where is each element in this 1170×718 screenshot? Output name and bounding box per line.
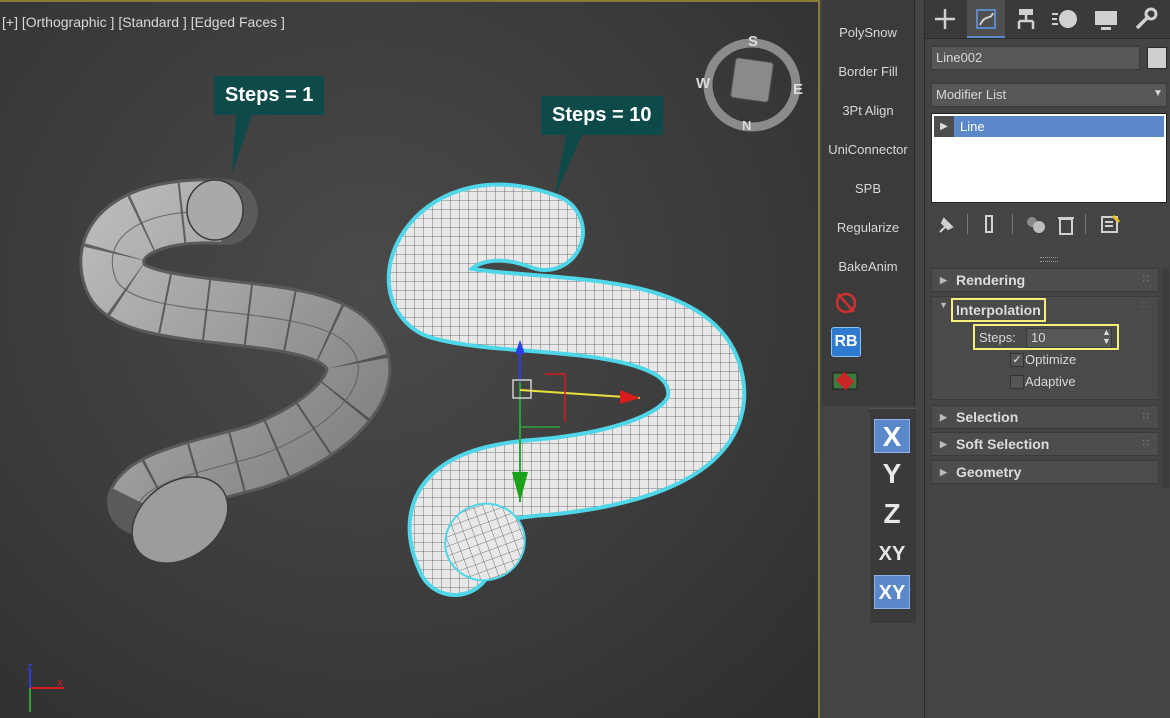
physics-object-icon[interactable] xyxy=(834,290,858,316)
callout-steps-1: Steps = 1 xyxy=(214,76,325,115)
stack-item-line[interactable]: ▶ Line xyxy=(934,116,1164,137)
expand-arrow-icon: ▶ xyxy=(940,412,947,422)
viewcube-e: E xyxy=(793,81,803,98)
tool-spb[interactable]: SPB xyxy=(822,169,914,208)
callout-steps-10: Steps = 10 xyxy=(541,96,663,135)
command-panel: Line002 Modifier List ▼ ▶ Line ▶ Renderi… xyxy=(924,0,1170,718)
grip-icon: ∷ xyxy=(1141,300,1148,311)
rollout-selection[interactable]: ▶ Selection ∷ xyxy=(931,405,1159,429)
divider xyxy=(1085,214,1086,234)
stack-item-label: Line xyxy=(960,119,985,134)
rollout-rendering[interactable]: ▶ Rendering ∷ xyxy=(931,268,1159,292)
expand-arrow-icon: ▶ xyxy=(940,467,947,477)
modifier-stack: ▶ Line xyxy=(931,113,1167,203)
axis-constraints-bar: X Y Z XY XY xyxy=(870,408,916,623)
custom-toolbar: PolySnow Border Fill 3Pt Align UniConnec… xyxy=(822,0,915,406)
rollout-soft-selection[interactable]: ▶ Soft Selection ∷ xyxy=(931,432,1159,456)
optimize-label: Optimize xyxy=(1025,352,1077,367)
expand-arrow-icon: ▶ xyxy=(940,275,947,285)
tool-bakeanim[interactable]: BakeAnim xyxy=(822,247,914,286)
modifier-list-dropdown[interactable]: Modifier List xyxy=(931,83,1167,107)
utilities-icon[interactable] xyxy=(1128,2,1164,36)
dice-icon[interactable] xyxy=(831,370,859,392)
axis-xy-cycle-button[interactable]: XY xyxy=(874,575,910,609)
create-icon[interactable] xyxy=(927,2,963,36)
steps-label: Steps: xyxy=(979,330,1016,345)
spinner-arrows-icon[interactable]: ▲ ▼ xyxy=(1102,328,1111,346)
callout-right-pointer xyxy=(554,135,582,198)
grip-icon: ∷ xyxy=(1142,411,1150,422)
object-name-field[interactable]: Line002 xyxy=(931,46,1140,70)
scene-canvas: S E N W z x xyxy=(27,33,803,712)
tripod-x: x xyxy=(57,677,63,689)
grip-icon: ∷ xyxy=(1142,438,1150,449)
viewcube-n: N xyxy=(742,118,751,133)
rb-button[interactable]: RB xyxy=(831,327,861,357)
grip-icon: ∷ xyxy=(1142,274,1150,285)
divider xyxy=(1012,214,1013,234)
tube-steps-10 xyxy=(386,182,747,597)
expand-arrow-icon[interactable]: ▶ xyxy=(934,116,954,137)
chevron-down-icon: ▼ xyxy=(1153,88,1163,99)
axis-xy-button[interactable]: XY xyxy=(874,537,910,571)
rollout-geometry[interactable]: ▶ Geometry xyxy=(931,460,1159,484)
viewcube-s: S xyxy=(748,33,758,50)
viewcube-w: W xyxy=(696,75,711,92)
axis-z-button[interactable]: Z xyxy=(874,497,910,531)
show-end-result-icon[interactable] xyxy=(980,214,1000,236)
pin-stack-icon[interactable] xyxy=(936,215,956,235)
viewcube[interactable]: S E N W xyxy=(696,33,803,133)
tube-steps-1 xyxy=(79,178,392,564)
rollout-interpolation-title[interactable]: Interpolation xyxy=(951,298,1046,322)
configure-sets-icon[interactable] xyxy=(1099,213,1121,235)
rollout-geometry-title: Geometry xyxy=(956,464,1022,480)
panel-splitter[interactable] xyxy=(1040,257,1058,262)
make-unique-icon[interactable] xyxy=(1024,214,1048,236)
rollout-soft-selection-title: Soft Selection xyxy=(956,436,1050,452)
axis-tripod: z x xyxy=(27,661,64,712)
tool-regularize[interactable]: Regularize xyxy=(822,208,914,247)
callout-left-pointer xyxy=(232,115,252,174)
axis-y-button[interactable]: Y xyxy=(874,457,910,491)
tool-border-fill[interactable]: Border Fill xyxy=(822,52,914,91)
tool-polysnow[interactable]: PolySnow xyxy=(822,13,914,52)
axis-x-button[interactable]: X xyxy=(874,419,910,453)
modify-icon[interactable] xyxy=(968,2,1004,36)
tool-uniconnector[interactable]: UniConnector xyxy=(822,130,914,169)
collapse-arrow-icon: ▼ xyxy=(939,300,948,310)
display-icon[interactable] xyxy=(1088,2,1124,36)
panel-scrollbar[interactable] xyxy=(1163,268,1169,488)
rollout-selection-title: Selection xyxy=(956,409,1019,425)
adaptive-checkbox[interactable] xyxy=(1010,375,1024,389)
remove-modifier-icon[interactable] xyxy=(1056,214,1076,236)
optimize-checkbox[interactable]: ✓ xyxy=(1010,353,1024,367)
hierarchy-icon[interactable] xyxy=(1008,2,1044,36)
expand-arrow-icon: ▶ xyxy=(940,439,947,449)
divider xyxy=(967,214,968,234)
tripod-z: z xyxy=(27,661,33,673)
motion-icon[interactable] xyxy=(1048,2,1084,36)
viewport-orthographic[interactable]: [+] [Orthographic ] [Standard ] [Edged F… xyxy=(0,0,820,718)
steps-spinner[interactable]: 10 xyxy=(1026,328,1112,348)
rollout-rendering-title: Rendering xyxy=(956,272,1026,288)
adaptive-label: Adaptive xyxy=(1025,374,1076,389)
command-panel-tabs xyxy=(925,0,1170,39)
object-color-swatch[interactable] xyxy=(1147,47,1167,69)
tool-3pt-align[interactable]: 3Pt Align xyxy=(822,91,914,130)
